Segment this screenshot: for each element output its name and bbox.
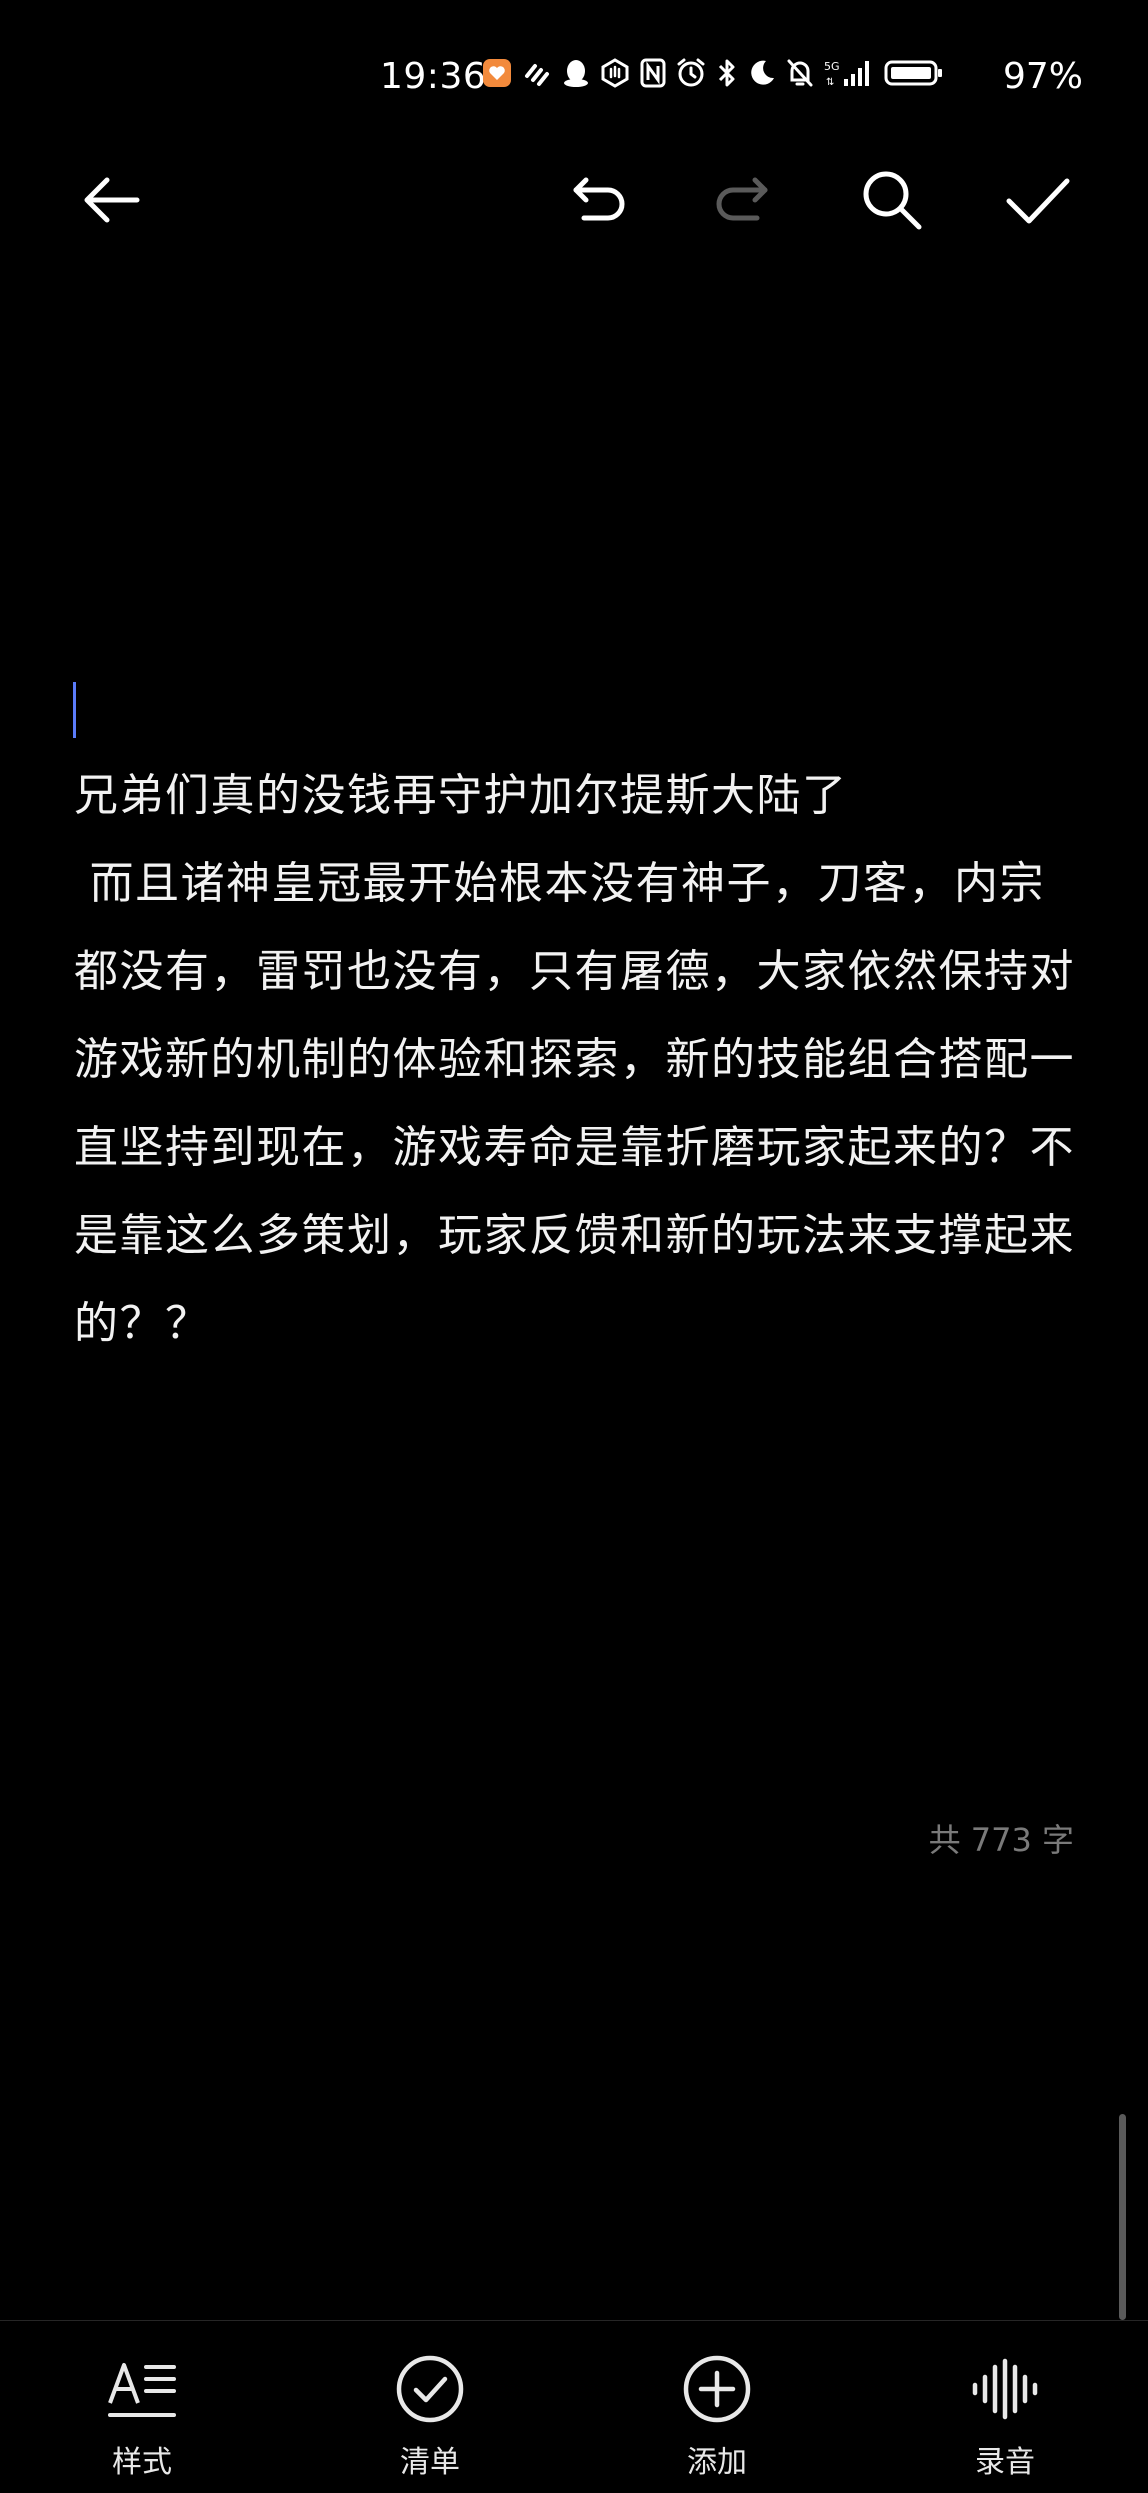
- checkmark-icon: [1006, 178, 1070, 224]
- note-body[interactable]: 兄弟们真的没钱再守护加尔提斯大陆了 而且诸神皇冠最开始根本没有神子，刀客，内宗都…: [74, 752, 1084, 1368]
- redo-button[interactable]: [701, 160, 781, 240]
- back-arrow-icon: [84, 177, 140, 223]
- alarm-icon: [677, 58, 705, 87]
- moon-icon: [751, 60, 774, 85]
- add-button[interactable]: 添加: [647, 2349, 787, 2481]
- text-style-icon: [102, 2349, 182, 2429]
- redo-icon: [716, 177, 768, 221]
- record-button[interactable]: 录音: [935, 2349, 1075, 2481]
- status-time: 19:36: [380, 56, 487, 97]
- mute-icon: [787, 59, 813, 87]
- link-icon: [525, 64, 549, 86]
- style-label: 样式: [112, 2445, 172, 2480]
- qq-icon: [564, 60, 588, 87]
- checklist-icon: [390, 2349, 470, 2429]
- done-button[interactable]: [998, 160, 1078, 240]
- add-circle-icon: [677, 2349, 757, 2429]
- scrollbar-thumb[interactable]: [1119, 2114, 1126, 2320]
- checklist-label: 清单: [400, 2445, 460, 2480]
- status-bar: 19:36 5G ⇅ 97%: [0, 50, 1148, 106]
- svg-text:5G: 5G: [824, 60, 840, 73]
- bottom-toolbar: 样式 清单 添加 录音: [0, 2320, 1148, 2493]
- word-count: 共 773 字: [928, 1821, 1074, 1859]
- bluetooth-icon: [718, 59, 735, 87]
- back-button[interactable]: [71, 160, 151, 240]
- undo-icon: [573, 177, 625, 221]
- battery-percent: 97%: [1003, 56, 1084, 97]
- hand-icon: [601, 58, 629, 88]
- search-button[interactable]: [852, 160, 932, 240]
- style-button[interactable]: 样式: [72, 2349, 212, 2481]
- audio-waveform-icon: [965, 2349, 1045, 2429]
- record-label: 录音: [975, 2445, 1035, 2480]
- svg-text:⇅: ⇅: [826, 77, 834, 88]
- undo-button[interactable]: [560, 160, 640, 240]
- nfc-icon: [640, 58, 666, 88]
- status-icons: 5G ⇅: [482, 58, 944, 88]
- checklist-button[interactable]: 清单: [360, 2349, 500, 2481]
- signal-5g-icon: 5G ⇅: [824, 60, 869, 88]
- text-cursor: [73, 682, 76, 738]
- app-notification-icon: [483, 59, 511, 87]
- battery-icon: [884, 60, 942, 86]
- search-icon: [863, 171, 922, 230]
- add-label: 添加: [687, 2445, 747, 2480]
